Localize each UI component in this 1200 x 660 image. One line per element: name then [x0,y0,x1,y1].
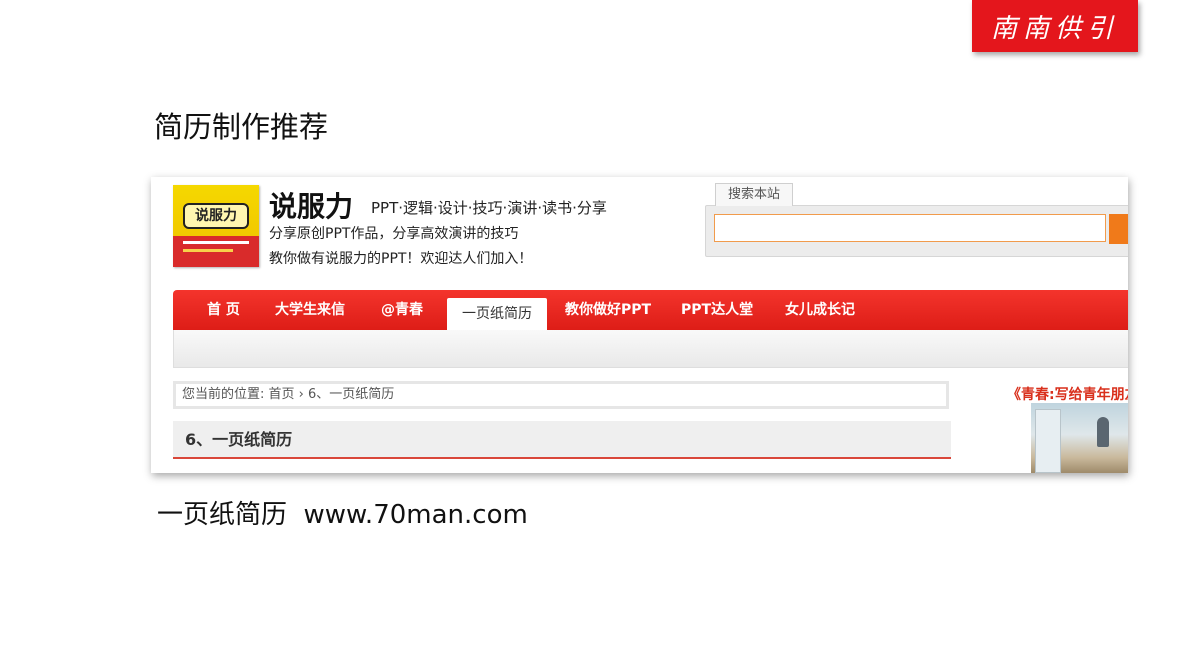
website-screenshot: 说服力 说服力 PPT·逻辑·设计·技巧·演讲·读书·分享 分享原创PPT作品，… [151,177,1128,473]
logo-book-stripe [183,249,233,252]
logo-book-cover[interactable]: 说服力 [173,185,259,267]
nav-item-student-letters[interactable]: 大学生来信 [275,290,345,330]
search-tab[interactable]: 搜索本站 [715,183,793,206]
sub-nav-bar [173,330,1128,368]
logo-book-title: 说服力 [183,203,249,229]
logo-book-stripe [183,241,249,244]
site-description-line: 教你做有说服力的PPT！欢迎达人们加入！ [269,251,533,267]
book-cover-image [1035,409,1061,473]
site-description-line: 分享原创PPT作品，分享高效演讲的技巧 [269,226,519,242]
site-tagline: PPT·逻辑·设计·技巧·演讲·读书·分享 [371,199,607,217]
main-nav: 首 页 大学生来信 @青春 一页纸简历 教你做好PPT PPT达人堂 女儿成长记 [173,290,1128,330]
nav-item-youth[interactable]: @青春 [381,290,423,330]
person-figure-image [1097,417,1109,447]
nav-item-ppt-masters[interactable]: PPT达人堂 [681,290,753,330]
nav-item-ppt-tutorial[interactable]: 教你做好PPT [565,290,651,330]
nav-item-one-page-resume[interactable]: 一页纸简历 [447,298,547,330]
section-title: 6、一页纸简历 [173,421,951,459]
slide-caption: 一页纸简历 www.70man.com [157,500,528,530]
promo-book-image[interactable] [1031,403,1128,473]
nav-item-home[interactable]: 首 页 [207,290,240,330]
nav-item-daughter-diary[interactable]: 女儿成长记 [785,290,855,330]
search-input[interactable] [714,214,1106,242]
sidebar-promo-title[interactable]: 《青春:写给青年朋友 [1007,384,1128,404]
brand-badge: 南南供引 [972,0,1138,52]
slide-title: 简历制作推荐 [154,110,329,144]
breadcrumb[interactable]: 您当前的位置: 首页 › 6、一页纸简历 [173,381,949,409]
site-name[interactable]: 说服力 [269,185,353,225]
search-button[interactable] [1109,214,1128,244]
